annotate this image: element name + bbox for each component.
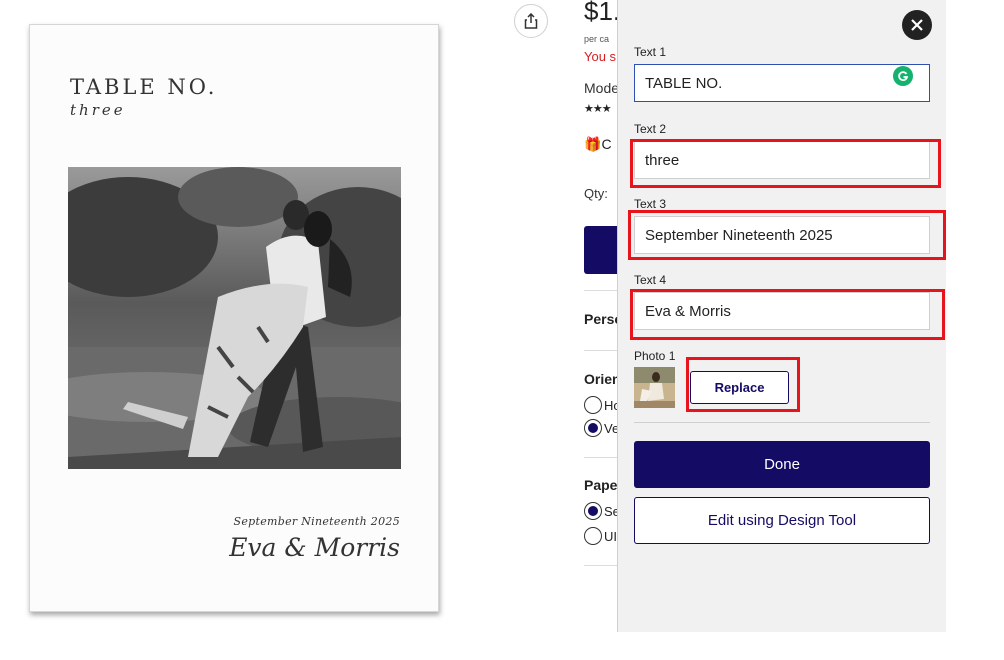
product-price: $1. (584, 0, 621, 26)
orientation-option-horizontal[interactable]: Ho (584, 396, 621, 414)
text1-input[interactable] (634, 64, 930, 102)
card-date: September Nineteenth 2025 (233, 515, 400, 528)
share-button[interactable] (514, 4, 548, 38)
highlight-box-replace (686, 357, 800, 412)
share-icon (524, 13, 538, 29)
card-names: Eva & Morris (229, 533, 400, 562)
couple-photo-image (68, 167, 401, 469)
paper-heading: Pape (584, 477, 618, 493)
price-per-card: per ca (584, 34, 610, 44)
rating-stars[interactable]: ★★★ (584, 102, 612, 115)
radio-button-selected[interactable] (584, 419, 602, 437)
grammarly-icon[interactable] (893, 66, 913, 86)
card-photo (68, 167, 401, 469)
radio-button-selected[interactable] (584, 502, 602, 520)
card-preview: TABLE NO. three September Nineteenth 202… (29, 24, 439, 612)
card-subtitle: three (70, 101, 126, 119)
close-button[interactable] (902, 10, 932, 40)
close-icon (911, 19, 923, 31)
orientation-heading: Orien (584, 371, 621, 387)
divider (634, 422, 930, 423)
highlight-box-text3 (628, 210, 946, 260)
card-title: TABLE NO. (70, 75, 218, 99)
photo1-thumbnail[interactable] (634, 367, 675, 408)
qty-label: Qty: (584, 186, 608, 201)
model-text: Mode (584, 80, 620, 96)
highlight-box-text2 (630, 139, 941, 188)
text2-label: Text 2 (634, 122, 667, 136)
text1-label: Text 1 (634, 45, 667, 59)
text3-label: Text 3 (634, 197, 667, 211)
personalize-panel: Text 1 Text 2 Text 3 Text 4 Photo 1 Repl… (617, 0, 946, 632)
gift-option[interactable]: 🎁C (584, 136, 612, 153)
paper-option-2[interactable]: UI (584, 527, 617, 545)
done-button[interactable]: Done (634, 441, 930, 488)
edit-design-tool-button[interactable]: Edit using Design Tool (634, 497, 930, 544)
radio-button[interactable] (584, 527, 602, 545)
text4-label: Text 4 (634, 273, 667, 287)
savings-text: You s (584, 49, 617, 64)
paper-option-1[interactable]: Se (584, 502, 620, 520)
page: TABLE NO. three September Nineteenth 202… (0, 0, 1004, 660)
gift-icon: 🎁 (584, 136, 602, 152)
orientation-option-vertical[interactable]: Ve (584, 419, 619, 437)
radio-button[interactable] (584, 396, 602, 414)
highlight-box-text4 (630, 289, 945, 340)
photo1-label: Photo 1 (634, 349, 676, 363)
gift-label: C (601, 136, 612, 152)
